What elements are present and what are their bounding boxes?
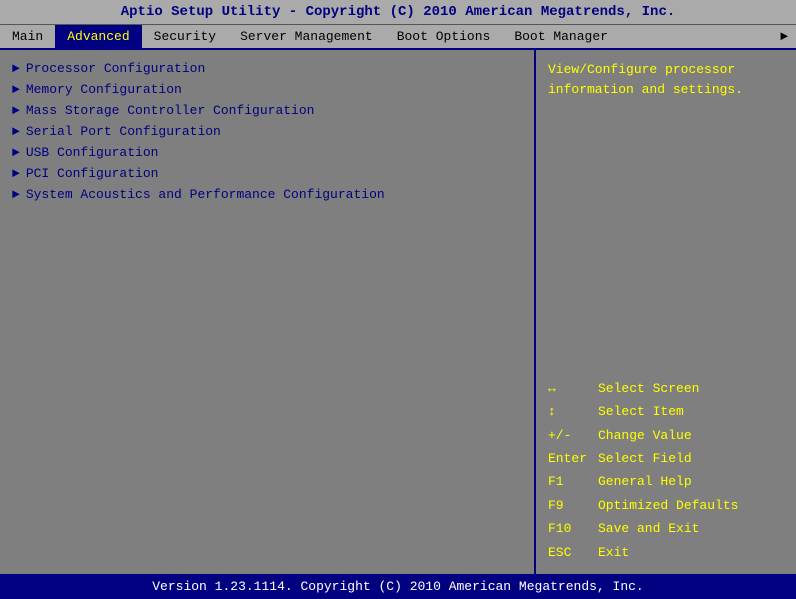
right-panel: View/Configure processor information and… (536, 50, 796, 574)
menu-item[interactable]: ► Processor Configuration (4, 58, 530, 79)
key-desc: Select Field (598, 447, 692, 470)
key-desc: Save and Exit (598, 517, 699, 540)
title-bar: Aptio Setup Utility - Copyright (C) 2010… (0, 0, 796, 25)
key-name: ↔ (548, 377, 598, 400)
nav-tab-main[interactable]: Main (0, 25, 55, 48)
menu-item[interactable]: ► Mass Storage Controller Configuration (4, 100, 530, 121)
nav-tab-security[interactable]: Security (142, 25, 228, 48)
nav-tab-server-management[interactable]: Server Management (228, 25, 385, 48)
key-desc: General Help (598, 470, 692, 493)
nav-tab-boot-options[interactable]: Boot Options (385, 25, 503, 48)
menu-item-label: System Acoustics and Performance Configu… (26, 187, 385, 202)
key-desc: Optimized Defaults (598, 494, 738, 517)
key-row: ↔Select Screen (548, 377, 784, 400)
menu-item-arrow-icon: ► (12, 187, 20, 202)
nav-bar: MainAdvancedSecurityServer ManagementBoo… (0, 25, 796, 50)
footer: Version 1.23.1114. Copyright (C) 2010 Am… (0, 574, 796, 599)
left-panel: ► Processor Configuration ► Memory Configur… (0, 50, 536, 574)
nav-tab-boot-manager[interactable]: Boot Manager (502, 25, 620, 48)
menu-item-arrow-icon: ► (12, 145, 20, 160)
key-row: ESCExit (548, 541, 784, 564)
key-row: F9Optimized Defaults (548, 494, 784, 517)
menu-item-arrow-icon: ► (12, 61, 20, 76)
menu-item[interactable]: ► USB Configuration (4, 142, 530, 163)
menu-item-label: Mass Storage Controller Configuration (26, 103, 315, 118)
key-row: F1General Help (548, 470, 784, 493)
key-name: Enter (548, 447, 598, 470)
key-desc: Exit (598, 541, 629, 564)
menu-item-label: Processor Configuration (26, 61, 205, 76)
key-row: +/-Change Value (548, 424, 784, 447)
key-desc: Change Value (598, 424, 692, 447)
menu-item-label: PCI Configuration (26, 166, 159, 181)
key-row: ↕Select Item (548, 400, 784, 423)
key-name: ↕ (548, 400, 598, 423)
menu-item-arrow-icon: ► (12, 124, 20, 139)
key-row: F10Save and Exit (548, 517, 784, 540)
bios-setup-utility: Aptio Setup Utility - Copyright (C) 2010… (0, 0, 796, 599)
key-name: +/- (548, 424, 598, 447)
title-text: Aptio Setup Utility - Copyright (C) 2010… (121, 4, 676, 20)
menu-item-arrow-icon: ► (12, 82, 20, 97)
key-row: EnterSelect Field (548, 447, 784, 470)
menu-item[interactable]: ► PCI Configuration (4, 163, 530, 184)
menu-item-label: USB Configuration (26, 145, 159, 160)
menu-item[interactable]: ► Memory Configuration (4, 79, 530, 100)
key-name: F9 (548, 494, 598, 517)
key-help: ↔Select Screen↕Select Item+/-Change Valu… (548, 377, 784, 564)
menu-item[interactable]: ► Serial Port Configuration (4, 121, 530, 142)
nav-arrow: ► (772, 25, 796, 48)
key-name: F1 (548, 470, 598, 493)
key-name: F10 (548, 517, 598, 540)
key-desc: Select Item (598, 400, 684, 423)
menu-item-arrow-icon: ► (12, 166, 20, 181)
menu-item[interactable]: ► System Acoustics and Performance Config… (4, 184, 530, 205)
menu-item-label: Serial Port Configuration (26, 124, 221, 139)
key-desc: Select Screen (598, 377, 699, 400)
footer-text: Version 1.23.1114. Copyright (C) 2010 Am… (152, 579, 643, 594)
help-text: View/Configure processor information and… (548, 60, 784, 377)
main-content: ► Processor Configuration ► Memory Configur… (0, 50, 796, 574)
menu-item-arrow-icon: ► (12, 103, 20, 118)
nav-tab-advanced[interactable]: Advanced (55, 25, 141, 48)
key-name: ESC (548, 541, 598, 564)
menu-item-label: Memory Configuration (26, 82, 182, 97)
